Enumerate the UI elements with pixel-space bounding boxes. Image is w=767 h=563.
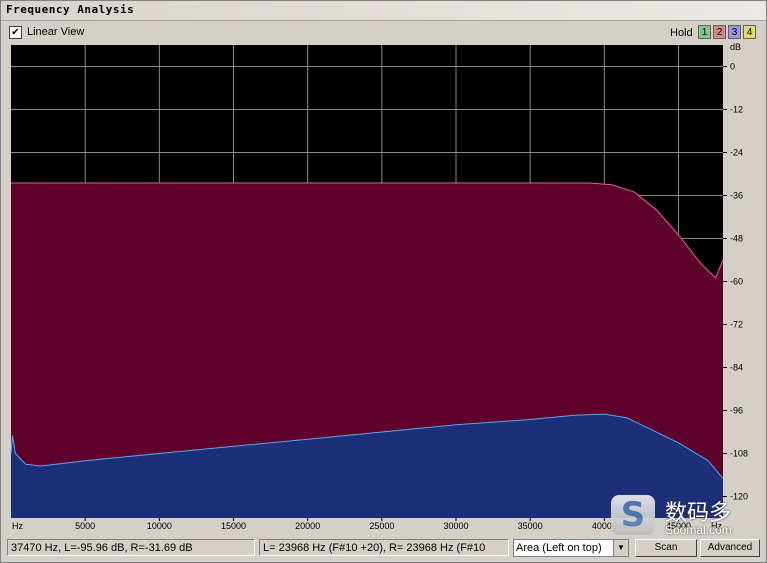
y-tick-label: -72	[730, 320, 743, 330]
y-tick-label: -108	[730, 449, 748, 459]
linear-view-checkbox[interactable]: ✔	[9, 26, 22, 39]
y-tick-label: -60	[730, 277, 743, 287]
x-tick-label: 15000	[221, 521, 246, 531]
hold-button-3[interactable]: 3	[728, 25, 741, 39]
x-tick-label: 20000	[295, 521, 320, 531]
watermark: S 数码多 Soomal.com	[609, 493, 759, 541]
x-tick-label: 5000	[75, 521, 95, 531]
watermark-en: Soomal.com	[665, 523, 732, 537]
hold-button-1[interactable]: 1	[698, 25, 711, 39]
selection-readout: L= 23968 Hz (F#10 +20), R= 23968 Hz (F#1…	[259, 539, 509, 556]
y-tick-label: -84	[730, 363, 743, 373]
hold-button-4[interactable]: 4	[743, 25, 756, 39]
display-mode-select[interactable]: Area (Left on top) ▼	[513, 539, 629, 557]
y-tick-label: -96	[730, 406, 743, 416]
window-title: Frequency Analysis	[6, 3, 135, 16]
x-tick-label: 10000	[147, 521, 172, 531]
spectrum-chart[interactable]: dB0-12-24-36-48-60-72-84-96-108-120 Hz 50…	[1, 42, 766, 533]
y-tick-label: 0	[730, 62, 735, 72]
hold-label: Hold	[670, 27, 693, 39]
x-tick-label: 30000	[443, 521, 468, 531]
x-tick-label: 25000	[369, 521, 394, 531]
cursor-readout: 37470 Hz, L=-95.96 dB, R=-31.69 dB	[7, 539, 255, 556]
y-tick-label: -24	[730, 148, 743, 158]
hold-button-2[interactable]: 2	[713, 25, 726, 39]
advanced-button[interactable]: Advanced	[700, 539, 760, 557]
y-tick-label: -12	[730, 105, 743, 115]
chevron-down-icon[interactable]: ▼	[613, 540, 628, 556]
title-bar[interactable]: Frequency Analysis	[1, 1, 766, 21]
y-tick-label: -36	[730, 191, 743, 201]
y-tick-label: dB	[730, 43, 741, 52]
frequency-analysis-window: Frequency Analysis ✔ Linear View Hold 1 …	[0, 0, 767, 563]
status-bar: 37470 Hz, L=-95.96 dB, R=-31.69 dB L= 23…	[1, 537, 766, 561]
x-tick-label: 35000	[518, 521, 543, 531]
toolbar: ✔ Linear View Hold 1 2 3 4	[1, 21, 766, 43]
scan-button[interactable]: Scan	[635, 539, 697, 557]
y-tick-label: -48	[730, 234, 743, 244]
soomal-logo-icon: S	[611, 495, 655, 535]
spectrum-panel: dB 0 -12 -24 -36 -48 -60 -72 -84 -96 -108 -120 Hz 50…	[1, 42, 766, 533]
x-tick-label: Hz	[12, 521, 23, 531]
linear-view-label[interactable]: Linear View	[27, 26, 84, 38]
display-mode-value: Area (Left on top)	[516, 542, 602, 554]
